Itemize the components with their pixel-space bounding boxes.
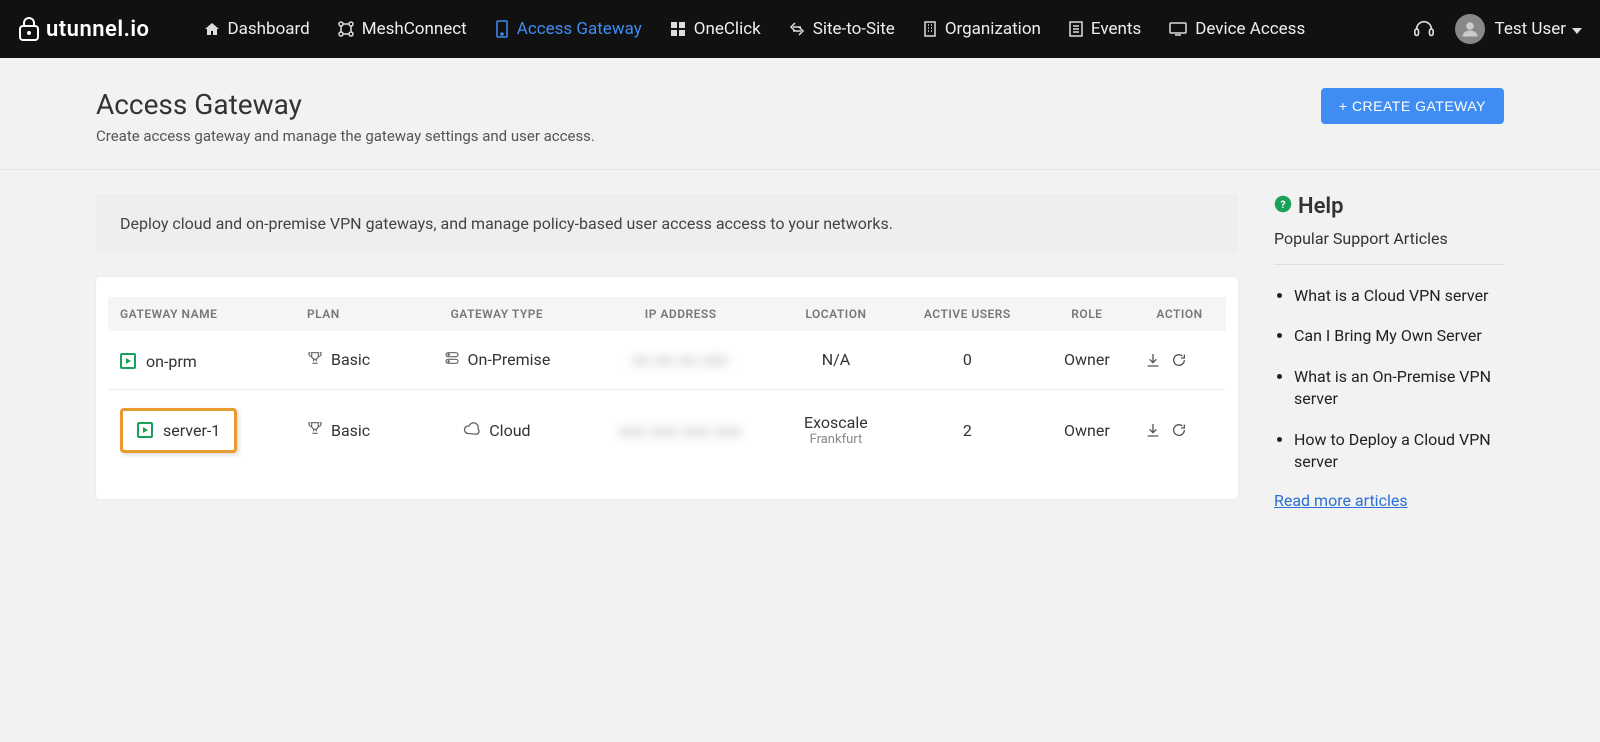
help-sidebar: ? Help Popular Support Articles What is …	[1274, 194, 1504, 510]
gateway-table: GATEWAY NAME PLAN GATEWAY TYPE IP ADDRES…	[108, 297, 1226, 471]
nav-organization[interactable]: Organization	[909, 0, 1055, 58]
col-type: GATEWAY TYPE	[410, 297, 583, 331]
download-icon[interactable]	[1145, 352, 1161, 368]
help-subtitle: Popular Support Articles	[1274, 229, 1504, 248]
user-menu[interactable]: Test User	[1455, 14, 1582, 44]
location-sub: Frankfurt	[790, 432, 882, 447]
help-article[interactable]: Can I Bring My Own Server	[1294, 325, 1504, 347]
help-article[interactable]: What is an On-Premise VPN server	[1294, 366, 1504, 411]
plan-value: Basic	[331, 421, 370, 440]
trophy-icon	[307, 350, 323, 370]
nav-label: MeshConnect	[362, 19, 467, 39]
page-subtitle: Create access gateway and manage the gat…	[96, 127, 595, 145]
restart-icon[interactable]	[1171, 352, 1187, 368]
active-users: 2	[894, 389, 1041, 471]
home-icon	[204, 21, 220, 37]
status-running-icon	[137, 422, 153, 438]
col-users: ACTIVE USERS	[894, 297, 1041, 331]
table-row[interactable]: server-1 Basic	[108, 389, 1226, 471]
gateway-icon	[495, 20, 509, 38]
type-value: Cloud	[489, 421, 530, 440]
status-running-icon	[120, 353, 136, 369]
gateway-table-card: GATEWAY NAME PLAN GATEWAY TYPE IP ADDRES…	[96, 277, 1238, 499]
page-header: Access Gateway Create access gateway and…	[0, 58, 1600, 170]
mesh-icon	[338, 21, 354, 37]
server-icon	[444, 350, 460, 370]
help-heading: ? Help	[1274, 194, 1504, 219]
avatar	[1455, 14, 1485, 44]
nav-label: Events	[1091, 19, 1141, 39]
monitor-icon	[1169, 22, 1187, 36]
ip-address: xxx.xxx.xxx.xxx	[619, 421, 742, 440]
restart-icon[interactable]	[1171, 422, 1187, 438]
cloud-icon	[463, 421, 481, 440]
role-value: Owner	[1041, 331, 1133, 389]
ip-address: xx.xx.xx.xxx	[633, 350, 729, 369]
read-more-link[interactable]: Read more articles	[1274, 491, 1408, 510]
nav-label: Device Access	[1195, 19, 1305, 39]
gateway-name: server-1	[163, 421, 220, 440]
nav-site-to-site[interactable]: Site-to-Site	[775, 0, 909, 58]
building-icon	[923, 21, 937, 37]
role-value: Owner	[1041, 389, 1133, 471]
help-articles: What is a Cloud VPN server Can I Bring M…	[1274, 285, 1504, 473]
info-banner: Deploy cloud and on-premise VPN gateways…	[96, 194, 1238, 253]
gateway-name: on-prm	[146, 352, 197, 371]
col-plan: PLAN	[295, 297, 410, 331]
top-nav: utunnel.io Dashboard MeshConnect Access …	[0, 0, 1600, 58]
nav-label: Dashboard	[228, 19, 310, 39]
page-title: Access Gateway	[96, 88, 595, 121]
location-value: Exoscale	[790, 413, 882, 432]
col-ip: IP ADDRESS	[583, 297, 777, 331]
lock-icon	[18, 16, 40, 42]
nav-meshconnect[interactable]: MeshConnect	[324, 0, 481, 58]
col-role: ROLE	[1041, 297, 1133, 331]
nav-dashboard[interactable]: Dashboard	[190, 0, 324, 58]
nav-label: Site-to-Site	[813, 19, 895, 39]
svg-text:?: ?	[1280, 198, 1285, 211]
col-action: ACTION	[1133, 297, 1226, 331]
nav-items: Dashboard MeshConnect Access Gateway One…	[190, 0, 1413, 58]
type-value: On-Premise	[468, 350, 551, 369]
support-icon[interactable]	[1413, 18, 1435, 40]
trophy-icon	[307, 420, 323, 440]
link-icon	[789, 21, 805, 37]
nav-label: Access Gateway	[517, 19, 642, 39]
nav-label: OneClick	[694, 19, 761, 39]
col-location: LOCATION	[778, 297, 894, 331]
plan-value: Basic	[331, 350, 370, 369]
list-icon	[1069, 21, 1083, 37]
brand[interactable]: utunnel.io	[18, 16, 150, 42]
create-gateway-button[interactable]: + CREATE GATEWAY	[1321, 88, 1504, 124]
location-value: N/A	[790, 350, 882, 369]
oneclick-icon	[670, 21, 686, 37]
help-article[interactable]: What is a Cloud VPN server	[1294, 285, 1504, 307]
table-row[interactable]: on-prm Basic	[108, 331, 1226, 389]
nav-events[interactable]: Events	[1055, 0, 1155, 58]
user-name: Test User	[1495, 19, 1566, 39]
active-users: 0	[894, 331, 1041, 389]
chevron-down-icon	[1572, 19, 1582, 39]
nav-oneclick[interactable]: OneClick	[656, 0, 775, 58]
help-icon: ?	[1274, 194, 1292, 219]
help-article[interactable]: How to Deploy a Cloud VPN server	[1294, 429, 1504, 474]
highlighted-gateway: server-1	[120, 408, 237, 453]
col-name: GATEWAY NAME	[108, 297, 295, 331]
nav-right: Test User	[1413, 14, 1582, 44]
help-title: Help	[1298, 194, 1344, 219]
download-icon[interactable]	[1145, 422, 1161, 438]
nav-label: Organization	[945, 19, 1041, 39]
nav-device-access[interactable]: Device Access	[1155, 0, 1319, 58]
nav-access-gateway[interactable]: Access Gateway	[481, 0, 656, 58]
brand-text: utunnel.io	[46, 17, 150, 42]
